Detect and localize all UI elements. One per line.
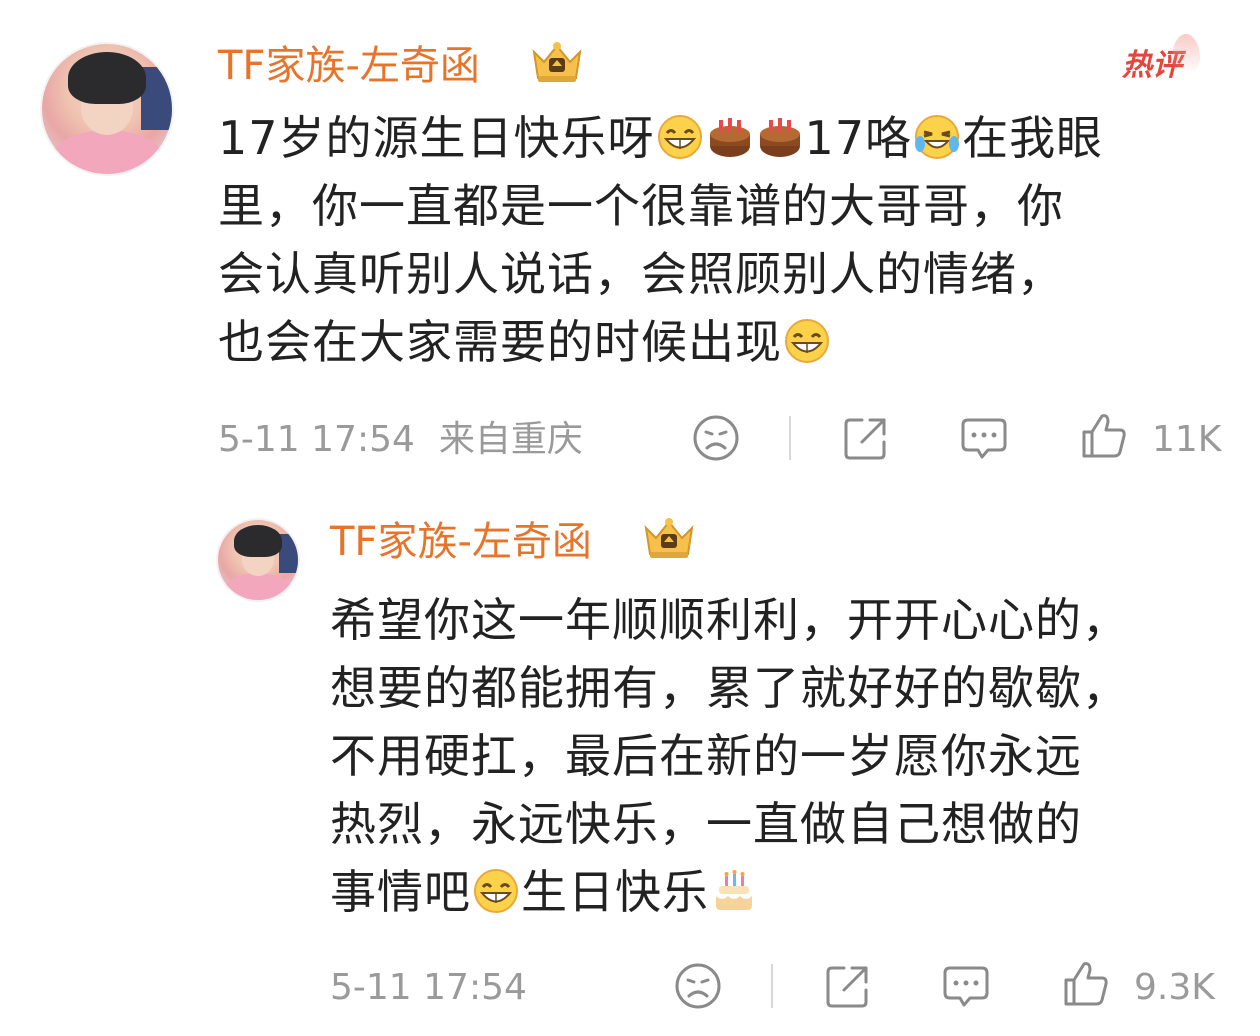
action-divider (789, 416, 791, 460)
like-count: 11K (1152, 419, 1222, 460)
flame-icon (1172, 34, 1200, 74)
cake-emoji (759, 118, 800, 157)
text-segment: 在我眼 (962, 111, 1104, 165)
comment-text: 17岁的源生日快乐呀 17咯 在我眼 里，你一直都是一个很靠谱的大哥哥，你 会认真听… (218, 104, 1218, 376)
comment-bubble-icon[interactable] (940, 960, 992, 1012)
reply-timestamp: 5-11 17:54 (330, 967, 527, 1008)
text-segment: 里，你一直都是一个很靠谱的大哥哥，你 (218, 179, 1064, 233)
text-segment: 会认真听别人说话，会照顾别人的情绪， (218, 247, 1064, 301)
text-segment: 也会在大家需要的时候出现 (218, 315, 782, 369)
reply-line: 想要的都能拥有，累了就好好的歇歇， (330, 654, 1230, 722)
action-divider (771, 964, 773, 1008)
laugh-cry-emoji (915, 115, 960, 159)
comment-thread: TF家族-左奇函 热评 17岁的源生日快乐呀 17咯 在我眼 里，你一直都是一个很靠… (0, 0, 1260, 1036)
sad-face-icon[interactable] (672, 960, 724, 1012)
reply-line: 事情吧 生日快乐 (330, 858, 1230, 926)
text-segment: 17岁的源生日快乐呀 (218, 111, 655, 165)
thumbs-up-icon[interactable] (1060, 958, 1112, 1010)
comment-location: 来自重庆 (438, 419, 583, 460)
text-segment: 生日快乐 (521, 865, 709, 919)
reply-meta: 5-11 17:54 (330, 966, 527, 1010)
text-segment: 不用硬扛，最后在新的一岁愿你永远 (330, 729, 1082, 783)
comment-author-name[interactable]: TF家族-左奇函 (218, 42, 480, 90)
grin-emoji (785, 319, 829, 363)
cake-emoji (709, 118, 750, 157)
share-icon[interactable] (840, 412, 892, 464)
text-segment: 17咯 (804, 111, 913, 165)
comment-line: 也会在大家需要的时候出现 (218, 308, 1218, 376)
comment-line: 17岁的源生日快乐呀 17咯 在我眼 (218, 104, 1218, 172)
reply-avatar[interactable] (216, 518, 300, 602)
comment-bubble-icon[interactable] (958, 412, 1010, 464)
birthday-cake-emoji (716, 870, 752, 910)
text-segment: 希望你这一年顺顺利利，开开心心的， (330, 593, 1129, 647)
reply-line: 希望你这一年顺顺利利，开开心心的， (330, 586, 1230, 654)
share-icon[interactable] (822, 960, 874, 1012)
sad-face-icon[interactable] (690, 412, 742, 464)
text-segment: 热烈，永远快乐，一直做自己想做的 (330, 797, 1082, 851)
crown-badge-icon (644, 518, 694, 558)
comment-line: 会认真听别人说话，会照顾别人的情绪， (218, 240, 1218, 308)
avatar[interactable] (40, 42, 174, 176)
grin-emoji (657, 115, 702, 159)
reply-line: 不用硬扛，最后在新的一岁愿你永远 (330, 722, 1230, 790)
text-segment: 想要的都能拥有，累了就好好的歇歇， (330, 661, 1129, 715)
comment-meta: 5-11 17:54 来自重庆 (218, 418, 583, 462)
hot-comment-badge: 热评 (1122, 34, 1200, 84)
reply-text: 希望你这一年顺顺利利，开开心心的， 想要的都能拥有，累了就好好的歇歇， 不用硬扛… (330, 586, 1230, 926)
crown-badge-icon (532, 42, 582, 82)
thumbs-up-icon[interactable] (1078, 410, 1130, 462)
reply-line: 热烈，永远快乐，一直做自己想做的 (330, 790, 1230, 858)
like-count: 9.3K (1134, 967, 1215, 1008)
comment-line: 里，你一直都是一个很靠谱的大哥哥，你 (218, 172, 1218, 240)
text-segment: 事情吧 (330, 865, 471, 919)
reply-author-name[interactable]: TF家族-左奇函 (330, 518, 592, 566)
grin-emoji (474, 869, 518, 913)
comment-timestamp: 5-11 17:54 (218, 419, 415, 460)
